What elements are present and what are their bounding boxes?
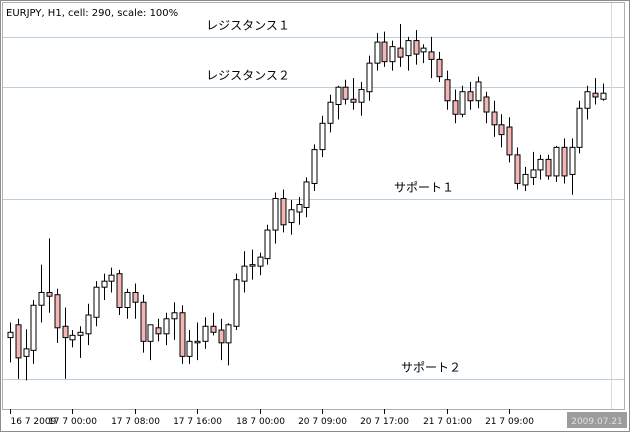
candle-bear [561, 146, 568, 177]
x-tick-label: 20 7 09:00 [298, 417, 347, 427]
candle-bear [491, 111, 498, 126]
candle-bear [54, 294, 61, 329]
candle-bear [506, 126, 513, 156]
candle-bull [147, 324, 154, 342]
candle-bull [537, 158, 544, 171]
candle-bull [171, 312, 178, 320]
candle-bear [46, 291, 53, 297]
candle-bull [459, 91, 466, 115]
candle-bull [389, 46, 396, 63]
candle-bear [62, 325, 69, 339]
level-label: サポート１ [394, 181, 454, 195]
level-label: レジスタンス１ [206, 19, 290, 33]
chart-svg: レジスタンス１ レジスタンス２ サポート１ サポート２ EURJPY, H1, cel… [0, 0, 630, 432]
candle-bear [218, 329, 225, 344]
level-label: レジスタンス２ [206, 69, 290, 83]
candle-bull [108, 274, 115, 282]
candle-bear [514, 154, 521, 184]
candle-bear [428, 51, 435, 60]
candle-bull [93, 286, 100, 318]
candle-bull [288, 209, 295, 224]
candle-bear [342, 86, 349, 100]
candle-bull [186, 340, 193, 357]
candle-bull [38, 291, 45, 306]
candlestick-chart[interactable]: レジスタンス１ レジスタンス２ サポート１ サポート２ EURJPY, H1, cel… [0, 0, 630, 432]
candle-bear [155, 327, 162, 335]
candle-bull [225, 324, 232, 344]
candle-bull [194, 340, 201, 344]
candle-bull [257, 256, 264, 267]
candle-bear [280, 197, 287, 226]
candle-bear [350, 98, 357, 103]
chart-background [0, 0, 630, 432]
candle-bear [381, 41, 388, 63]
candle-bull [522, 173, 529, 186]
candle-bear [483, 96, 490, 113]
candle-bear [498, 124, 505, 136]
candle-bull [264, 229, 271, 260]
candle-bull [69, 334, 76, 341]
candle-bear [592, 92, 599, 98]
candle-bull [366, 62, 373, 93]
x-tick-label: 17 7 16:00 [173, 417, 222, 427]
candle-bear [436, 58, 443, 78]
x-tick-label: 17 7 00:00 [48, 417, 97, 427]
candle-bull [101, 280, 108, 288]
candle-bear [452, 100, 459, 115]
candle-bear [545, 158, 552, 177]
candle-bull [576, 107, 583, 148]
candle-bull [553, 146, 560, 177]
candle-bull [600, 92, 607, 100]
candle-bull [241, 265, 248, 282]
candle-bull [202, 325, 209, 342]
candle-bull [374, 41, 381, 64]
candle-bull [311, 149, 318, 184]
x-tick-label: 20 7 17:00 [360, 417, 409, 427]
candle-bull [124, 291, 131, 308]
candle-bear [444, 79, 451, 102]
candle-bull [77, 331, 84, 336]
candle-bull [420, 47, 427, 53]
candle-bull [30, 304, 37, 351]
candle-bull [249, 264, 256, 267]
x-tick-label: 17 7 08:00 [111, 417, 160, 427]
candle-bear [179, 312, 186, 357]
candle-bear [210, 325, 217, 333]
candle-bear [116, 273, 123, 308]
candle-bull [303, 181, 310, 209]
x-tick-label: 21 7 01:00 [423, 417, 472, 427]
cursor-time-label: 2009.07.21 [571, 417, 623, 427]
level-label: サポート２ [401, 361, 461, 375]
candle-bull [272, 197, 279, 231]
candle-bear [397, 47, 404, 58]
candle-bull [296, 203, 303, 213]
candle-bull [475, 81, 482, 102]
candle-bull [233, 279, 240, 327]
candle-bull [569, 146, 576, 175]
candle-bull [405, 40, 412, 57]
candle-bear [140, 301, 147, 342]
candle-bull [530, 169, 537, 178]
candle-bull [358, 88, 365, 103]
candle-bull [163, 318, 170, 335]
candle-bull [319, 122, 326, 151]
candle-bull [584, 91, 591, 109]
candle-bull [7, 331, 14, 339]
candle-bear [132, 291, 139, 303]
candle-bear [467, 91, 474, 102]
candle-bull [85, 314, 92, 335]
candle-bull [23, 348, 30, 357]
candle-bear [15, 324, 22, 359]
candle-bear [413, 40, 420, 55]
symbol-info: EURJPY, H1, cell: 290, scale: 100% [6, 8, 178, 19]
candle-bull [335, 86, 342, 105]
x-tick-label: 21 7 09:00 [485, 417, 534, 427]
candle-bull [327, 101, 334, 124]
x-tick-label: 18 7 00:00 [236, 417, 285, 427]
